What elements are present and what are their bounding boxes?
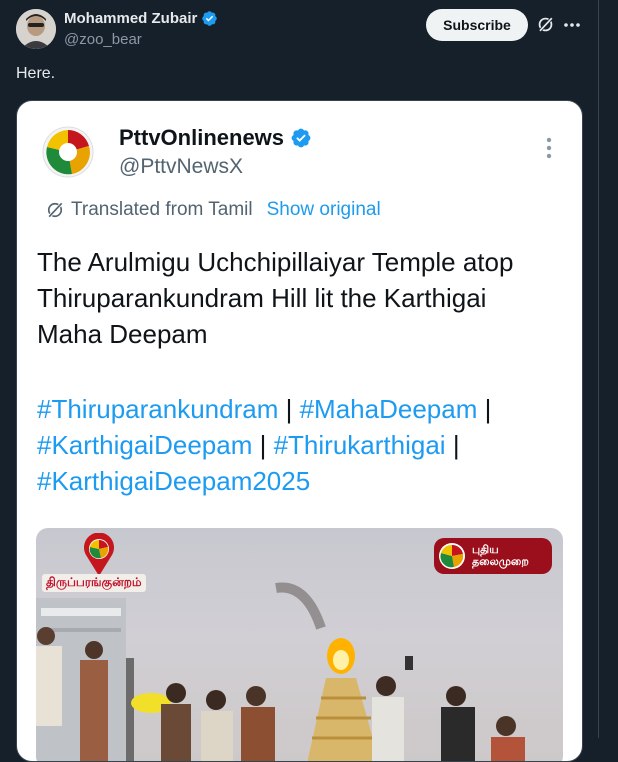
embedded-hashtags: #Thiruparankundram | #MahaDeepam | #Kart… xyxy=(37,391,557,499)
channel-name: புதிய தலைமுறை xyxy=(472,544,529,568)
subscribe-button[interactable]: Subscribe xyxy=(426,9,528,41)
temple-photo: திருப்பரங்குன்றம் புதிய தலைமுறை xyxy=(36,528,563,761)
hashtag: #Thirukarthigai xyxy=(273,430,446,460)
channel-name-line1: புதிய xyxy=(472,544,499,556)
hashtag: #KarthigaiDeepam2025 xyxy=(37,466,311,496)
more-icon[interactable] xyxy=(562,15,582,35)
hashtag: #Thiruparankundram xyxy=(37,394,279,424)
location-label: திருப்பரங்குன்றம் xyxy=(42,574,146,592)
embedded-body-text: The Arulmigu Uchchipillaiyar Temple atop… xyxy=(37,247,514,349)
location-pin-icon xyxy=(84,533,114,576)
author-name-row[interactable]: Mohammed Zubair xyxy=(64,10,218,27)
translated-row: Translated from Tamil Show original xyxy=(45,199,381,221)
hashtag: #KarthigaiDeepam xyxy=(37,430,253,460)
post-text: Here. xyxy=(16,65,56,82)
embedded-author-name: PttvOnlinenews xyxy=(119,125,285,150)
verified-badge-icon xyxy=(291,128,311,148)
hashtag-separator: | xyxy=(259,430,267,460)
channel-logo-icon xyxy=(439,543,465,569)
translated-label: Translated from Tamil xyxy=(71,199,253,220)
hashtag-separator: | xyxy=(484,394,492,424)
pttv-logo xyxy=(42,126,94,178)
kebab-icon xyxy=(546,137,552,159)
verified-badge-icon xyxy=(202,11,218,26)
hashtag: #MahaDeepam xyxy=(299,394,478,424)
show-original-link: Show original xyxy=(266,199,381,220)
channel-badge: புதிய தலைமுறை xyxy=(434,538,552,574)
hashtag-separator: | xyxy=(452,430,460,460)
author-handle[interactable]: @zoo_bear xyxy=(64,31,142,48)
column-divider xyxy=(598,0,599,738)
channel-name-line2: தலைமுறை xyxy=(472,556,529,568)
embedded-author-handle: @PttvNewsX xyxy=(119,155,244,178)
grok-icon[interactable] xyxy=(536,15,555,34)
embedded-author-row: PttvOnlinenews xyxy=(119,125,312,151)
translate-icon xyxy=(47,201,64,219)
hashtag-separator: | xyxy=(285,394,293,424)
author-avatar[interactable] xyxy=(16,9,56,49)
post-media-image[interactable]: PttvOnlinenews @PttvNewsX Translated fro… xyxy=(16,100,583,762)
author-name[interactable]: Mohammed Zubair xyxy=(64,10,197,27)
